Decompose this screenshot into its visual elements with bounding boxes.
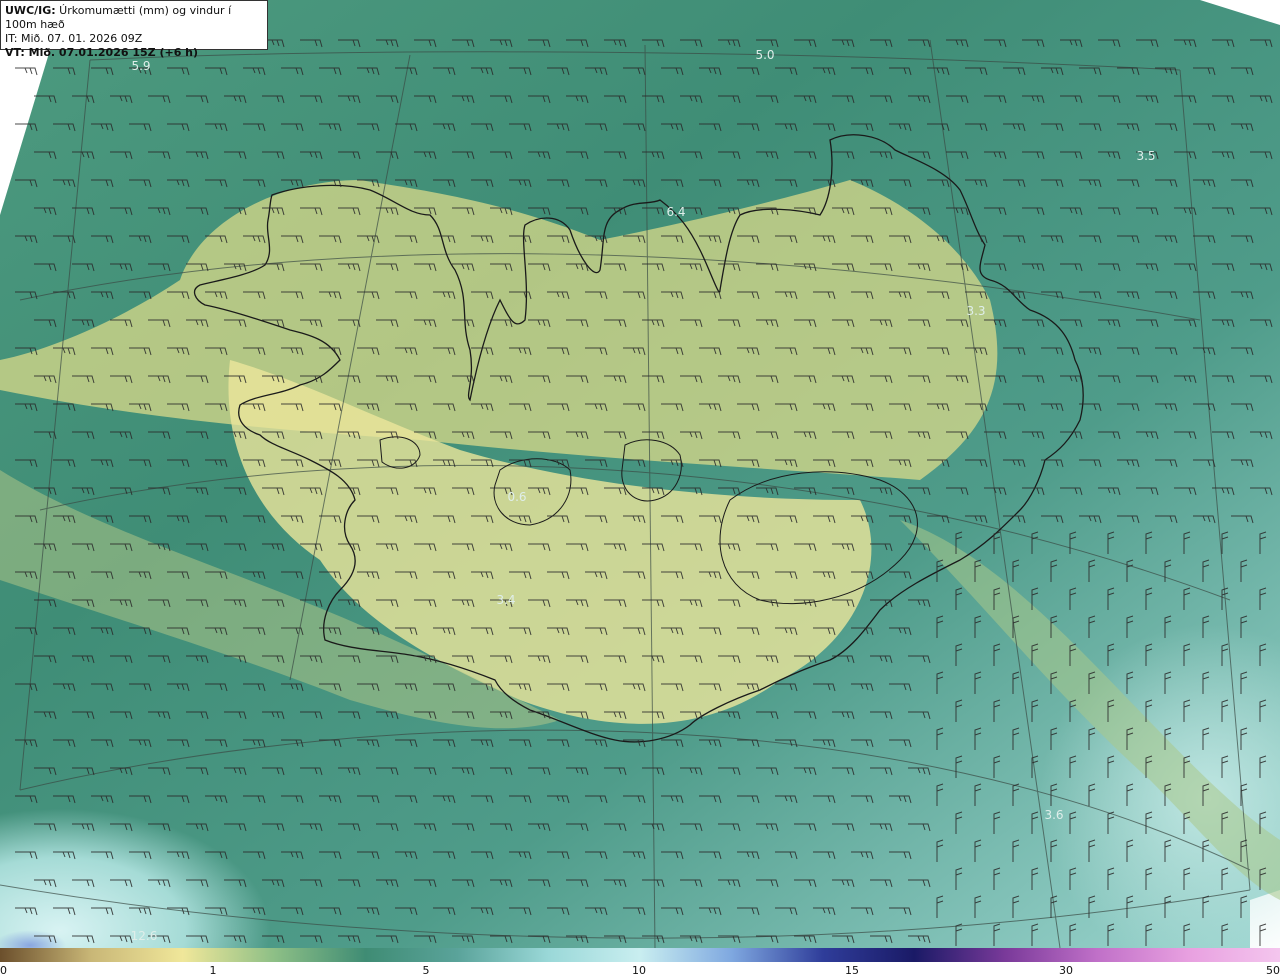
value-label: 3.4	[496, 593, 515, 607]
initial-time: IT: Mið. 07. 01. 2026 09Z	[5, 32, 143, 45]
colorbar: 0 1 5 10 15 30 50	[0, 948, 1280, 978]
colorbar-tick: 15	[845, 964, 859, 977]
value-label: 0.6	[507, 490, 526, 504]
colorbar-tick: 10	[632, 964, 646, 977]
precipitation-wind-map: 5.9 5.0 3.5 6.4 3.3 0.6 3.4 3.6 12.6	[0, 0, 1280, 948]
value-label: 5.0	[755, 48, 774, 62]
value-label: 5.9	[131, 59, 150, 73]
colorbar-tick: 1	[209, 964, 217, 977]
colorbar-gradient	[0, 948, 1280, 962]
value-label: 3.6	[1044, 808, 1063, 822]
model-id: UWC/IG:	[5, 4, 56, 17]
colorbar-tick: 30	[1059, 964, 1073, 977]
colorbar-tick: 5	[422, 964, 430, 977]
colorbar-tick: 50	[1266, 964, 1280, 977]
map-info-box: UWC/IG: Úrkomumætti (mm) og vindur í 100…	[0, 0, 268, 59]
valid-time: VT: Mið. 07.01.2026 15Z (+6 h)	[5, 46, 199, 59]
value-label: 3.5	[1136, 149, 1155, 163]
colorbar-tick: 0	[0, 964, 7, 977]
value-label: 3.3	[966, 304, 985, 318]
value-label: 12.6	[131, 929, 158, 943]
value-label: 6.4	[666, 205, 685, 219]
